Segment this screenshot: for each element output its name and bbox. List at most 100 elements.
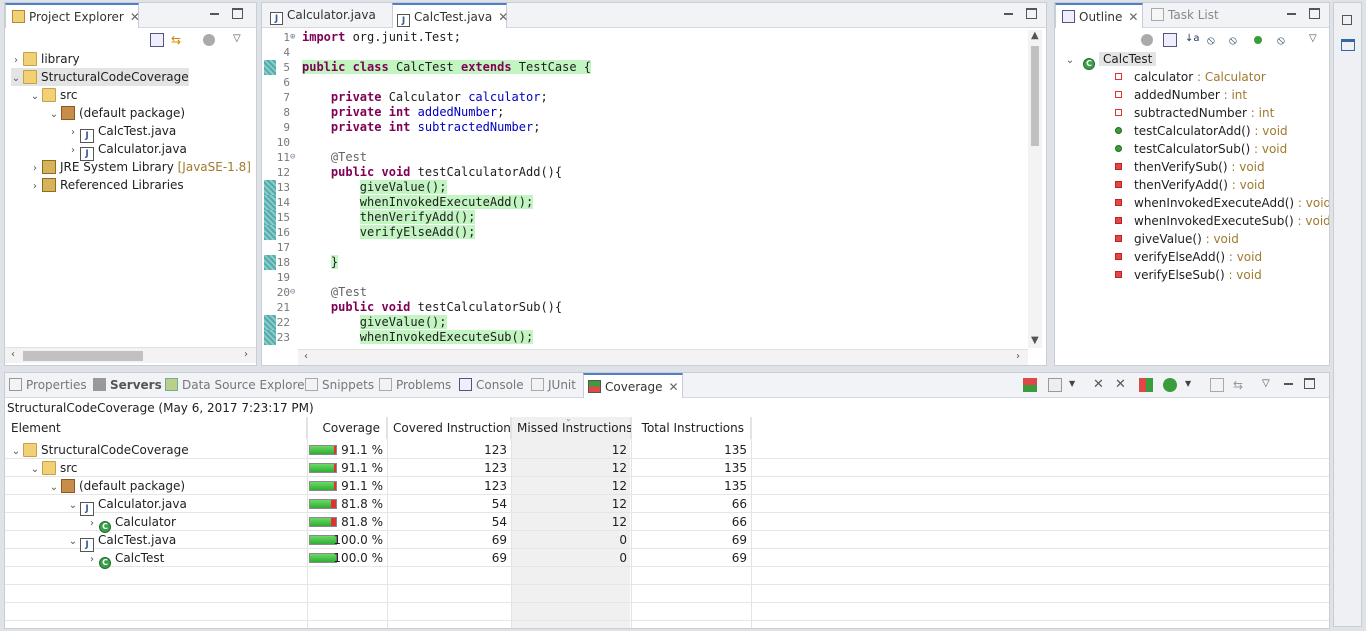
close-icon[interactable]: ✕ bbox=[498, 5, 508, 30]
code-line[interactable]: 17 bbox=[262, 240, 1026, 255]
tab-coverage[interactable]: Coverage ✕ bbox=[583, 373, 683, 398]
tree-item-calctest-java[interactable]: ›CalcTest.java bbox=[68, 122, 176, 143]
tab-junit[interactable]: JUnit bbox=[531, 373, 576, 398]
scroll-left-icon[interactable]: ‹ bbox=[304, 351, 308, 362]
tab-data-source-explorer[interactable]: Data Source Explorer bbox=[165, 373, 309, 398]
tab-properties[interactable]: Properties bbox=[9, 373, 87, 398]
outline-member[interactable]: whenInvokedExecuteAdd() : void bbox=[1115, 194, 1329, 212]
code-line[interactable]: 9 private int subtractedNumber; bbox=[262, 120, 1026, 135]
show-view-icon[interactable] bbox=[1341, 39, 1355, 51]
scrollbar-thumb[interactable] bbox=[1031, 46, 1039, 146]
tree-item-library[interactable]: › library bbox=[11, 50, 80, 68]
code-line[interactable]: 6 bbox=[262, 75, 1026, 90]
tab-outline[interactable]: Outline ✕ bbox=[1055, 3, 1143, 28]
focus-icon[interactable] bbox=[203, 34, 215, 46]
outline-root-class[interactable]: ⌄CalcTest bbox=[1065, 50, 1157, 70]
coverage-launch-icon[interactable] bbox=[1023, 378, 1037, 392]
code-line[interactable]: 16 verifyElseAdd(); bbox=[262, 225, 1026, 240]
column-header-element[interactable]: Element bbox=[5, 417, 307, 439]
chevron-down-icon[interactable]: ⌄ bbox=[49, 479, 59, 497]
code-line[interactable]: 5 public class CalcTest extends TestCase … bbox=[262, 60, 1026, 75]
hide-fields-icon[interactable]: ⦸ bbox=[1207, 33, 1221, 47]
scroll-right-icon[interactable]: › bbox=[1016, 351, 1020, 362]
tab-snippets[interactable]: Snippets bbox=[305, 373, 374, 398]
code-line[interactable]: 13 giveValue(); bbox=[262, 180, 1026, 195]
code-line[interactable]: 7 private Calculator calculator; bbox=[262, 90, 1026, 105]
code-line[interactable]: 8 private int addedNumber; bbox=[262, 105, 1026, 120]
code-editor[interactable]: 1 import org.junit.Test; ⊕ 4 5 public class C… bbox=[262, 30, 1026, 348]
scrollbar-thumb[interactable] bbox=[23, 351, 143, 361]
column-header-total[interactable]: Total Instructions bbox=[631, 417, 751, 439]
outline-member[interactable]: testCalculatorSub() : void bbox=[1115, 140, 1287, 158]
code-line[interactable]: 1 import org.junit.Test; ⊕ bbox=[262, 30, 1026, 45]
outline-member[interactable]: subtractedNumber : int bbox=[1115, 104, 1274, 122]
tab-servers[interactable]: Servers bbox=[93, 373, 162, 398]
outline-member[interactable]: thenVerifyAdd() : void bbox=[1115, 176, 1265, 194]
coverage-row-element[interactable]: › CalcTest bbox=[87, 549, 164, 569]
maximize-icon[interactable] bbox=[1308, 6, 1322, 20]
scroll-left-icon[interactable]: ‹ bbox=[11, 349, 15, 360]
chevron-down-icon[interactable]: ⌄ bbox=[68, 533, 78, 551]
collapse-all-icon[interactable] bbox=[150, 33, 164, 47]
remove-all-sessions-icon[interactable]: ✕ bbox=[1115, 378, 1129, 392]
chevron-down-icon[interactable]: ⌄ bbox=[30, 88, 40, 106]
outline-member[interactable]: addedNumber : int bbox=[1115, 86, 1247, 104]
tree-item-calculator-java[interactable]: ›Calculator.java bbox=[68, 140, 187, 161]
hide-local-types-icon[interactable]: ⦸ bbox=[1277, 33, 1291, 47]
tab-console[interactable]: Console bbox=[459, 373, 524, 398]
vertical-scrollbar[interactable]: ▲ ▼ bbox=[1028, 30, 1042, 348]
code-line[interactable]: 10 bbox=[262, 135, 1026, 150]
tree-item-referenced-libraries[interactable]: › Referenced Libraries bbox=[30, 176, 184, 194]
hide-nonpublic-icon[interactable] bbox=[1254, 36, 1262, 44]
coverage-row-element[interactable]: ⌄ Calculator.java bbox=[68, 495, 187, 516]
coverage-row-element[interactable]: ⌄ StructuralCodeCoverage bbox=[11, 441, 189, 459]
link-with-editor-icon[interactable]: ⇆ bbox=[171, 33, 185, 47]
chevron-down-icon[interactable]: ⌄ bbox=[1065, 52, 1075, 70]
code-line[interactable]: 21 public void testCalculatorSub(){ bbox=[262, 300, 1026, 315]
outline-member[interactable]: giveValue() : void bbox=[1115, 230, 1239, 248]
code-line[interactable]: 11 @Test ⊖ bbox=[262, 150, 1026, 165]
code-line[interactable]: 15 thenVerifyAdd(); bbox=[262, 210, 1026, 225]
collapse-all-icon[interactable] bbox=[1163, 33, 1177, 47]
remove-session-icon[interactable]: ✕ bbox=[1093, 378, 1107, 392]
collapse-icon[interactable]: ⊖ bbox=[290, 150, 295, 165]
dropdown-icon[interactable]: ▼ bbox=[1185, 379, 1199, 393]
code-line[interactable]: 12 public void testCalculatorAdd(){ bbox=[262, 165, 1026, 180]
tree-item-jre[interactable]: › JRE System Library [JavaSE-1.8] bbox=[30, 158, 251, 176]
maximize-icon[interactable] bbox=[1303, 376, 1317, 390]
scroll-right-icon[interactable]: › bbox=[244, 349, 248, 360]
minimize-icon[interactable] bbox=[1282, 376, 1296, 390]
collapse-icon[interactable]: ⊖ bbox=[290, 285, 295, 300]
code-line[interactable]: 20 @Test ⊖ bbox=[262, 285, 1026, 300]
coverage-row-element[interactable]: ⌄ CalcTest.java bbox=[68, 531, 176, 552]
chevron-right-icon[interactable]: › bbox=[87, 551, 97, 569]
hide-static-icon[interactable]: ⦸ bbox=[1229, 33, 1243, 47]
tree-item-project[interactable]: ⌄ StructuralCodeCoverage bbox=[11, 68, 189, 86]
chevron-down-icon[interactable]: ⌄ bbox=[49, 106, 59, 124]
expand-icon[interactable]: ⊕ bbox=[290, 30, 295, 45]
view-menu-icon[interactable]: ▽ bbox=[233, 33, 247, 47]
maximize-icon[interactable] bbox=[1025, 6, 1039, 20]
close-icon[interactable]: ✕ bbox=[1128, 5, 1138, 30]
outline-member[interactable]: calculator : Calculator bbox=[1115, 68, 1266, 86]
collapse-all-icon[interactable] bbox=[1210, 378, 1224, 392]
tree-item-default-package[interactable]: ⌄ (default package) bbox=[49, 104, 185, 122]
outline-member[interactable]: verifyElseSub() : void bbox=[1115, 266, 1262, 284]
column-header-covered[interactable]: Covered Instructions bbox=[387, 417, 517, 439]
code-line[interactable]: 23 whenInvokedExecuteSub(); bbox=[262, 330, 1026, 345]
chevron-down-icon[interactable]: ⌄ bbox=[11, 70, 21, 88]
coverage-row-element[interactable]: ⌄ (default package) bbox=[49, 477, 185, 495]
view-menu-icon[interactable]: ▽ bbox=[1262, 378, 1276, 392]
coverage-row-element[interactable]: ›Calculator bbox=[87, 513, 176, 533]
view-menu-icon[interactable]: ▽ bbox=[1309, 33, 1323, 47]
merge-sessions-icon[interactable] bbox=[1139, 378, 1153, 392]
sort-icon[interactable]: ↓a bbox=[1185, 33, 1200, 47]
coverage-row-element[interactable]: ⌄ src bbox=[30, 459, 78, 477]
close-icon[interactable]: ✕ bbox=[669, 375, 679, 400]
tab-task-list[interactable]: Task List bbox=[1151, 3, 1241, 28]
minimize-icon[interactable] bbox=[208, 6, 222, 20]
chevron-down-icon[interactable]: ⌄ bbox=[11, 443, 21, 461]
dropdown-icon[interactable]: ▼ bbox=[1069, 379, 1083, 393]
minimize-icon[interactable] bbox=[1285, 6, 1299, 20]
outline-member[interactable]: verifyElseAdd() : void bbox=[1115, 248, 1262, 266]
